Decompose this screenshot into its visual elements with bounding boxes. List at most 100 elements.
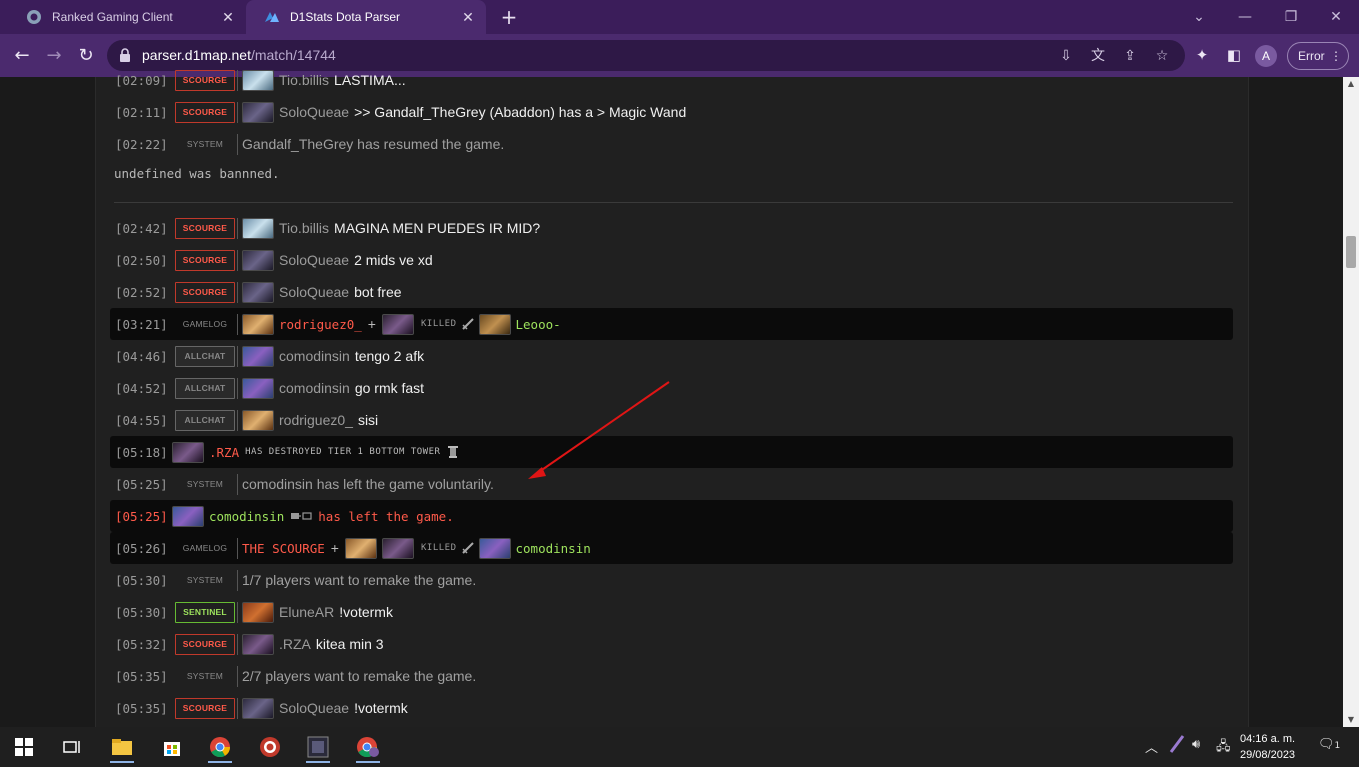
divider [237, 377, 238, 399]
tower-icon [448, 446, 459, 458]
timestamp: [04:55] [115, 412, 168, 428]
start-button[interactable] [6, 731, 42, 763]
hero-portrait [242, 101, 274, 123]
chat-row: [02:52] SCOURGE SoloQueae bot free [110, 276, 1233, 308]
bookmark-star-icon[interactable]: ☆ [1153, 47, 1171, 65]
team-badge: SYSTEM [186, 139, 224, 149]
player-name: comodinsin [279, 380, 350, 396]
timestamp: [02:09] [115, 72, 168, 88]
hero-portrait [242, 633, 274, 655]
side-panel-icon[interactable]: ◧ [1224, 45, 1244, 65]
scroll-down-icon[interactable]: ▼ [1343, 715, 1359, 724]
scrollbar-thumb[interactable] [1346, 236, 1356, 268]
close-icon[interactable]: ✕ [220, 9, 236, 26]
show-hidden-icons[interactable]: ︿ [1145, 737, 1158, 756]
killer-name: THE SCOURGE [242, 540, 325, 556]
task-view-icon [63, 741, 80, 753]
team-badge: SYSTEM [186, 479, 224, 489]
hero-portrait [242, 313, 274, 335]
tab-search-icon[interactable]: ⌄ [1176, 0, 1222, 34]
killed-label: KILLED [420, 319, 457, 329]
chrome-app[interactable] [202, 731, 238, 763]
close-window-button[interactable]: ✕ [1313, 0, 1359, 34]
team-badge: SCOURGE [175, 101, 235, 123]
player-name: .RZA [209, 444, 240, 460]
scroll-up-icon[interactable]: ▲ [1343, 79, 1359, 88]
tab-ranked-gaming-client[interactable]: Ranked Gaming Client ✕ [8, 0, 246, 34]
sword-icon [461, 542, 474, 554]
tab-strip: Ranked Gaming Client ✕ D1Stats Dota Pars… [0, 0, 1359, 34]
close-icon[interactable]: ✕ [460, 9, 476, 26]
hero-portrait [478, 537, 511, 559]
volume-icon[interactable]: 🔊︎ [1192, 737, 1200, 752]
chat-row: [05:30] SYSTEM 1/7 players want to remak… [110, 564, 1233, 596]
chrome-profile-app[interactable] [350, 731, 386, 763]
player-name: SoloQueae [279, 252, 350, 268]
tab-title: D1Stats Dota Parser [290, 10, 401, 24]
minimize-button[interactable]: — [1222, 0, 1268, 34]
player-name: SoloQueae [279, 284, 350, 300]
store-app[interactable] [154, 731, 190, 763]
clock[interactable]: 04:16 a. m. 29/08/2023 [1240, 731, 1295, 763]
back-button[interactable]: ← [8, 42, 36, 70]
d1stats-icon [265, 12, 279, 22]
system-message: Gandalf_TheGrey has resumed the game. [242, 136, 505, 152]
new-tab-button[interactable]: + [498, 6, 520, 28]
team-badge: SCOURGE [175, 633, 235, 655]
divider [237, 601, 238, 623]
chat-message: kitea min 3 [315, 636, 384, 652]
team-badge: ALLCHAT [175, 409, 235, 431]
url-path: /match/14744 [250, 47, 336, 63]
store-icon [164, 742, 180, 756]
tab-d1stats[interactable]: D1Stats Dota Parser ✕ [246, 0, 486, 34]
network-icon[interactable]: 🖧︎ [1216, 737, 1231, 759]
extensions-icon[interactable]: ✦ [1192, 45, 1212, 65]
file-explorer-app[interactable] [104, 731, 140, 763]
hero-portrait [344, 537, 377, 559]
chat-message: bot free [354, 284, 402, 300]
timestamp: [03:21] [115, 316, 168, 332]
chrome-profile-icon [357, 737, 379, 758]
chat-row: [04:46] ALLCHAT comodinsin tengo 2 afk [110, 340, 1233, 372]
menu-dots-icon[interactable]: ⋮ [1330, 43, 1342, 69]
warcraft-app[interactable] [300, 731, 336, 763]
timestamp: [02:22] [115, 136, 168, 152]
notifications-icon[interactable]: 🗨︎1 [1318, 737, 1340, 752]
banned-message: undefined was bannned. [114, 166, 280, 181]
reload-button[interactable]: ↻ [72, 42, 100, 70]
forward-button[interactable]: → [40, 42, 68, 70]
hero-portrait [242, 697, 274, 719]
timestamp: [02:11] [115, 104, 168, 120]
chat-row: [04:52] ALLCHAT comodinsin go rmk fast [110, 372, 1233, 404]
divider [237, 101, 238, 123]
install-icon[interactable]: ⇩ [1057, 47, 1075, 65]
task-view-button[interactable] [54, 731, 90, 763]
player-name: .RZA [279, 636, 311, 652]
error-label: Error [1298, 49, 1325, 63]
hero-portrait [242, 281, 274, 303]
translate-icon[interactable]: 文 [1089, 47, 1107, 65]
share-icon[interactable]: ⇪ [1121, 47, 1139, 65]
divider [237, 69, 238, 91]
restore-button[interactable]: ❐ [1268, 0, 1314, 34]
divider [237, 665, 238, 687]
lock-icon [120, 48, 130, 62]
ranked-gaming-app[interactable] [252, 731, 288, 763]
profile-avatar[interactable]: A [1255, 45, 1277, 67]
disconnect-icon [291, 512, 312, 520]
chat-row: [02:22] SYSTEM Gandalf_TheGrey has resum… [110, 128, 1233, 160]
chat-message: 2 mids ve xd [354, 252, 433, 268]
url-host: parser.d1map.net [142, 47, 251, 63]
error-button[interactable]: Error ⋮ [1287, 42, 1349, 70]
divider [237, 281, 238, 303]
chat-message: go rmk fast [354, 380, 425, 396]
feather-tray-icon[interactable] [1168, 733, 1186, 759]
hero-portrait [242, 409, 274, 431]
timestamp: [05:35] [115, 700, 168, 716]
divider [237, 313, 238, 335]
victim-name: Leooo- [515, 316, 561, 332]
scrollbar[interactable]: ▲ ▼ [1343, 77, 1359, 727]
hero-portrait [242, 217, 274, 239]
player-name: Tio.billis [279, 220, 330, 236]
hero-portrait [381, 537, 414, 559]
